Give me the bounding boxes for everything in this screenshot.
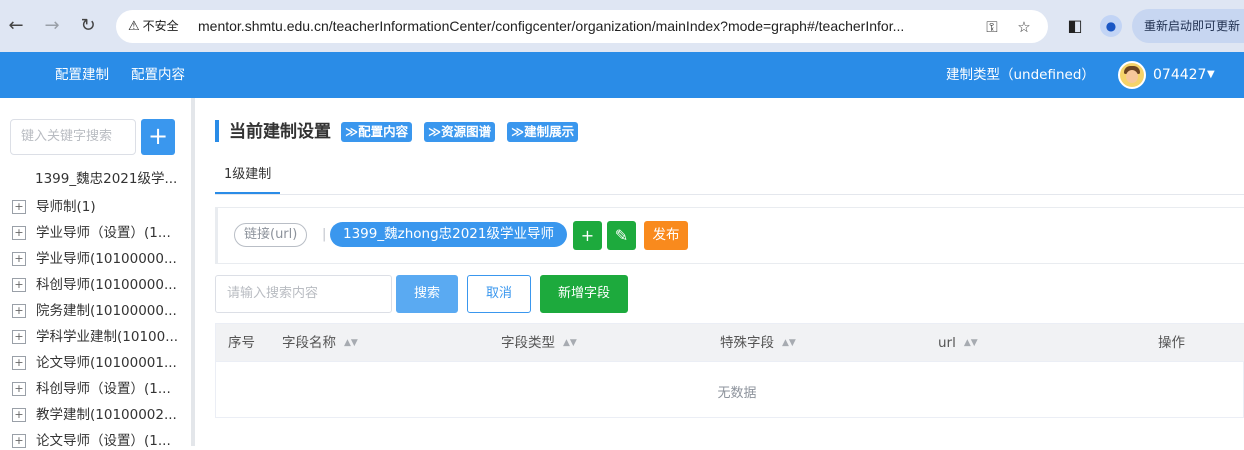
sidebar: 键入关键字搜索 + 1399_魏忠2021级学... + 导师制(1) + 学业导师…	[0, 98, 191, 449]
fields-table: 序号 字段名称 ▲▼ 字段类型 ▲▼ 特殊字段 ▲▼ url ▲▼ 操作 无数据	[215, 323, 1244, 418]
expand-icon[interactable]: +	[12, 278, 26, 292]
column-index: 序号	[228, 335, 255, 351]
search-input[interactable]: 请输入搜索内容	[215, 275, 392, 313]
url-text[interactable]: mentor.shmtu.edu.cn/teacherInformationCe…	[198, 16, 978, 37]
back-arrow-icon[interactable]: ←	[4, 14, 28, 38]
expand-icon[interactable]: +	[12, 382, 26, 396]
browser-toolbar: ← → ↻ ⚠ 不安全 mentor.shmtu.edu.cn/teacherIn…	[0, 0, 1244, 52]
edit-pencil-icon[interactable]: ✎	[607, 221, 636, 250]
search-button[interactable]: 搜索	[396, 275, 458, 313]
resource-graph-link[interactable]: ≫资源图谱	[424, 122, 496, 142]
sidebar-search-input[interactable]: 键入关键字搜索	[10, 119, 136, 155]
expand-icon[interactable]: +	[12, 330, 26, 344]
caret-down-icon[interactable]: ▼	[1207, 66, 1215, 84]
title-accent	[215, 120, 219, 142]
expand-icon[interactable]: +	[12, 304, 26, 318]
user-id[interactable]: 074427	[1153, 66, 1206, 84]
forward-arrow-icon[interactable]: →	[40, 14, 64, 38]
warning-icon: ⚠	[128, 19, 140, 34]
column-field-name[interactable]: 字段名称 ▲▼	[282, 334, 358, 352]
restart-update-button[interactable]: 重新启动即可更新	[1132, 9, 1244, 43]
column-url[interactable]: url ▲▼	[938, 334, 978, 352]
tab-divider	[215, 194, 1244, 195]
app-header: 配置建制 配置内容 建制类型（undefined） 074427 ▼	[0, 52, 1244, 98]
add-button[interactable]: +	[141, 119, 175, 155]
tree-item-label: 论文导师（设置）(1...	[36, 433, 171, 449]
tree-item-label: 导师制(1)	[36, 199, 96, 215]
security-label: 不安全	[142, 19, 179, 33]
separator: |	[322, 227, 327, 242]
tab-level-1[interactable]: 1级建制	[224, 166, 271, 184]
tree-item-label: 院务建制(10100000...	[36, 303, 177, 319]
security-indicator[interactable]: ⚠ 不安全	[124, 16, 185, 37]
tree-item-label: 学业导师(10100000...	[36, 251, 177, 267]
column-field-type[interactable]: 字段类型 ▲▼	[501, 334, 577, 352]
reload-icon[interactable]: ↻	[76, 14, 100, 38]
organization-name-tag[interactable]: 1399_魏zhong忠2021级学业导师	[330, 222, 567, 247]
table-header: 序号 字段名称 ▲▼ 字段类型 ▲▼ 特殊字段 ▲▼ url ▲▼ 操作	[216, 324, 1244, 362]
menu-config-organization[interactable]: 配置建制	[55, 66, 109, 84]
sort-icon[interactable]: ▲▼	[964, 334, 978, 352]
sort-icon[interactable]: ▲▼	[782, 334, 796, 352]
tree-item-label: 科创导师(10100000...	[36, 277, 177, 293]
expand-icon[interactable]: +	[12, 356, 26, 370]
publish-button[interactable]: 发布	[644, 221, 688, 250]
column-special-field[interactable]: 特殊字段 ▲▼	[720, 334, 796, 352]
organization-type-label: 建制类型（undefined）	[946, 67, 1095, 83]
avatar[interactable]	[1118, 61, 1146, 89]
expand-icon[interactable]: +	[12, 252, 26, 266]
link-url-tag[interactable]: 链接(url)	[234, 223, 308, 247]
column-actions: 操作	[1158, 335, 1185, 351]
key-icon[interactable]: ⚿	[982, 17, 1002, 37]
tree-item-label: 学科学业建制(10100...	[36, 329, 179, 345]
tree-item-label: 科创导师（设置）(1...	[36, 381, 171, 397]
side-panel-icon[interactable]: ◧	[1064, 15, 1086, 37]
expand-icon[interactable]: +	[12, 200, 26, 214]
tree-root-item[interactable]: 1399_魏忠2021级学...	[35, 170, 177, 188]
tree-item-label: 学业导师（设置）(1...	[36, 225, 171, 241]
address-bar[interactable]: ⚠ 不安全 mentor.shmtu.edu.cn/teacherInformat…	[116, 10, 1048, 43]
expand-icon[interactable]: +	[12, 408, 26, 422]
avatar-face	[1126, 70, 1138, 83]
main-content: 当前建制设置 ≫配置内容 ≫资源图谱 ≫建制展示 1级建制 链接(url) | …	[195, 98, 1244, 446]
cancel-button[interactable]: 取消	[467, 275, 531, 313]
add-field-button[interactable]: 新增字段	[540, 275, 628, 313]
empty-state: 无数据	[717, 386, 757, 401]
tree-item-label: 论文导师(10100001...	[36, 355, 177, 371]
page-title: 当前建制设置	[229, 122, 331, 142]
menu-config-content[interactable]: 配置内容	[131, 66, 185, 84]
organization-display-link[interactable]: ≫建制展示	[507, 122, 579, 142]
expand-icon[interactable]: +	[12, 226, 26, 240]
organization-bar: 链接(url) | 1399_魏zhong忠2021级学业导师 + ✎ 发布	[215, 207, 1244, 264]
profile-icon[interactable]: ●	[1100, 15, 1122, 37]
bookmark-star-icon[interactable]: ☆	[1014, 17, 1034, 37]
sort-icon[interactable]: ▲▼	[563, 334, 577, 352]
add-icon[interactable]: +	[573, 221, 602, 250]
sort-icon[interactable]: ▲▼	[344, 334, 358, 352]
tree-item-label: 教学建制(10100002...	[36, 407, 177, 423]
config-content-link[interactable]: ≫配置内容	[341, 122, 413, 142]
